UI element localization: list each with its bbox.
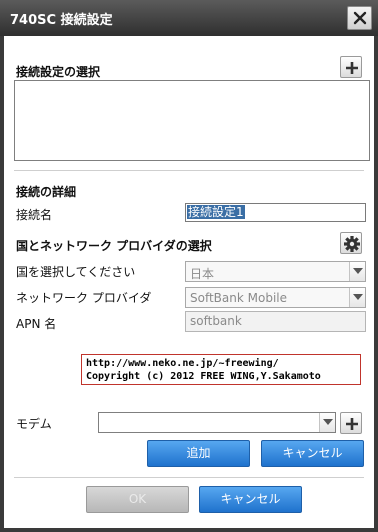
section-divider — [14, 170, 364, 171]
window-title: 740SC 接続設定 — [10, 13, 113, 28]
cancel-button[interactable]: キャンセル — [199, 486, 302, 513]
provider-dropdown-arrow[interactable] — [349, 288, 365, 307]
plus-icon — [346, 418, 358, 430]
country-select[interactable]: 日本 — [185, 261, 366, 282]
provider-settings-button[interactable] — [340, 232, 362, 254]
country-dropdown-arrow[interactable] — [349, 262, 365, 281]
dialog-content: 接続設定の選択 接続の詳細 接続名 接続設定1 国とネットワーク プロバイダの選… — [4, 36, 374, 528]
gear-icon — [344, 236, 360, 252]
modem-cancel-button[interactable]: キャンセル — [261, 440, 364, 467]
credits-copyright: Copyright (c) 2012 FREE WING,Y.Sakamoto — [86, 371, 321, 382]
provider-heading: 国とネットワーク プロバイダの選択 — [16, 239, 212, 253]
close-icon — [353, 11, 367, 25]
footer-divider — [14, 477, 364, 478]
connection-name-input[interactable]: 接続設定1 — [185, 203, 366, 222]
modem-dropdown-arrow[interactable] — [319, 413, 335, 432]
apn-label: APN 名 — [16, 317, 57, 331]
dialog-window: 740SC 接続設定 接続設定の選択 接続の詳細 接続名 接続設定1 国とネット… — [0, 0, 378, 532]
modem-select[interactable] — [98, 412, 336, 433]
add-modem-button[interactable] — [340, 412, 362, 434]
close-button[interactable] — [347, 6, 372, 30]
modem-label: モデム — [16, 417, 52, 431]
plus-icon — [346, 62, 358, 74]
ok-button[interactable]: OK — [86, 486, 189, 513]
chevron-down-icon — [353, 268, 363, 274]
apn-field: softbank — [185, 311, 366, 332]
credits-url: http://www.neko.ne.jp/~freewing/ — [86, 358, 279, 369]
modem-add-button[interactable]: 追加 — [147, 440, 250, 467]
provider-value: SoftBank Mobile — [190, 291, 287, 305]
chevron-down-icon — [353, 294, 363, 300]
connection-list[interactable] — [14, 80, 370, 161]
provider-label: ネットワーク プロバイダ — [16, 291, 152, 305]
connection-name-label: 接続名 — [16, 208, 53, 222]
provider-select[interactable]: SoftBank Mobile — [185, 287, 366, 308]
selection-heading: 接続設定の選択 — [16, 65, 101, 79]
country-label: 国を選択してください — [16, 265, 136, 279]
details-heading: 接続の詳細 — [16, 185, 77, 199]
country-value: 日本 — [190, 267, 215, 281]
chevron-down-icon — [323, 419, 333, 425]
add-connection-button[interactable] — [340, 56, 362, 78]
title-bar[interactable]: 740SC 接続設定 — [0, 0, 378, 36]
connection-name-value: 接続設定1 — [187, 205, 245, 219]
credits-box: http://www.neko.ne.jp/~freewing/ Copyrig… — [81, 354, 361, 385]
